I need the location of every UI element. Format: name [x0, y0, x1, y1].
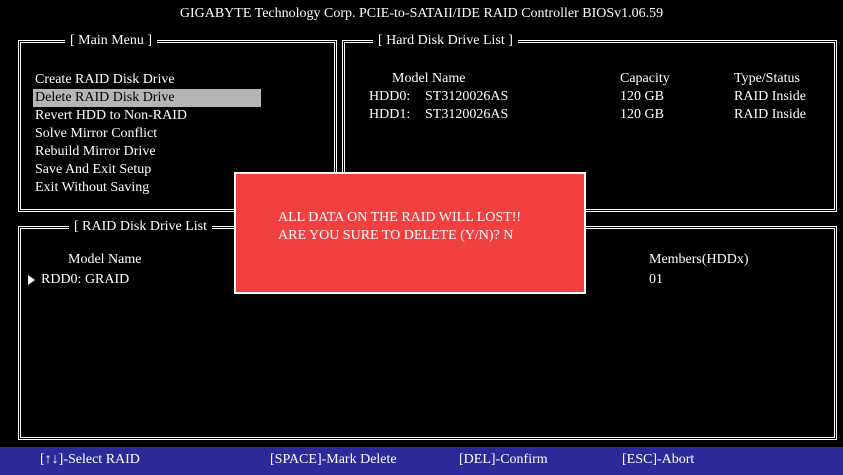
menu-item-solve-mirror[interactable]: Solve Mirror Conflict: [33, 125, 161, 143]
hdd-header-model: Model Name: [392, 71, 466, 86]
dialog-prompt-text: ARE YOU SURE TO DELETE (Y/N)? N: [278, 228, 514, 243]
footer-confirm-hint: [DEL]-Confirm: [459, 452, 548, 467]
hdd-row-model: ST3120026AS: [425, 107, 509, 122]
hdd-row-type: RAID Inside: [734, 89, 806, 104]
raid-header-model: Model Name: [68, 252, 142, 267]
raid-header-members: Members(HDDx): [649, 252, 749, 267]
menu-item-revert-hdd[interactable]: Revert HDD to Non-RAID: [33, 107, 191, 125]
delete-confirm-dialog[interactable]: ALL DATA ON THE RAID WILL LOST!! ARE YOU…: [234, 172, 586, 294]
dialog-warning-text: ALL DATA ON THE RAID WILL LOST!!: [278, 210, 522, 225]
selection-arrow-icon: [28, 275, 35, 285]
menu-item-create-raid[interactable]: Create RAID Disk Drive: [33, 71, 179, 89]
menu-item-rebuild-mirror[interactable]: Rebuild Mirror Drive: [33, 143, 160, 161]
hdd-row-capacity: 120 GB: [620, 107, 664, 122]
raid-list-label: [ RAID Disk Drive List: [69, 219, 212, 235]
bios-title: GIGABYTE Technology Corp. PCIE-to-SATAII…: [179, 6, 664, 21]
hdd-row-model: ST3120026AS: [425, 89, 509, 104]
menu-item-exit-no-save[interactable]: Exit Without Saving: [33, 179, 153, 197]
hdd-row-capacity: 120 GB: [620, 89, 664, 104]
raid-row-members: 01: [649, 272, 663, 287]
raid-row-name[interactable]: RDD0: GRAID: [41, 271, 129, 289]
main-menu-label: [ Main Menu ]: [65, 33, 158, 49]
key-help-bar: [↑↓]-Select RAID [SPACE]-Mark Delete [DE…: [0, 447, 843, 475]
menu-item-delete-raid[interactable]: Delete RAID Disk Drive: [33, 89, 261, 107]
hdd-header-capacity: Capacity: [620, 71, 670, 86]
menu-item-save-exit[interactable]: Save And Exit Setup: [33, 161, 155, 179]
footer-mark-hint: [SPACE]-Mark Delete: [270, 452, 397, 467]
hdd-row-id: HDD0:: [369, 89, 411, 104]
hdd-list-label: [ Hard Disk Drive List ]: [373, 33, 518, 49]
footer-select-hint: [↑↓]-Select RAID: [40, 452, 140, 467]
hdd-row-id: HDD1:: [369, 107, 411, 122]
footer-abort-hint: [ESC]-Abort: [622, 452, 695, 467]
hdd-header-type: Type/Status: [734, 71, 800, 86]
hdd-row-type: RAID Inside: [734, 107, 806, 122]
